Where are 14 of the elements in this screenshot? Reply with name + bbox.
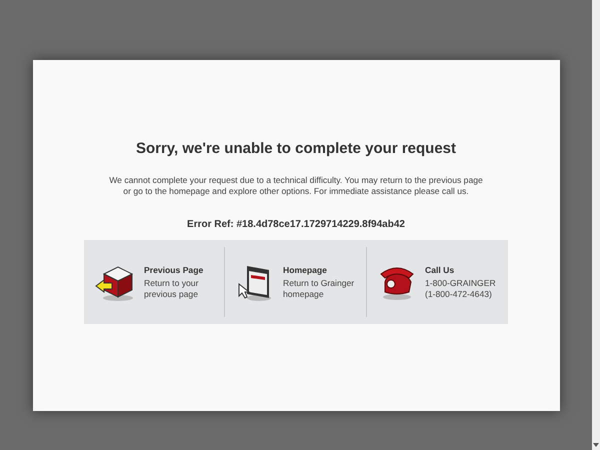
option-heading[interactable]: Call Us bbox=[425, 264, 496, 274]
scroll-down-icon[interactable] bbox=[593, 443, 599, 447]
option-text: (1-800-472-4643) bbox=[425, 288, 493, 300]
option-text: Return to your bbox=[144, 278, 200, 288]
scrollbar[interactable] bbox=[592, 0, 600, 450]
option-text: previous page bbox=[144, 288, 199, 300]
option-text: Return to Grainger bbox=[283, 278, 354, 288]
option-text: 1-800-GRAINGER bbox=[425, 278, 496, 288]
error-title: Sorry, we're unable to complete your request bbox=[136, 140, 456, 157]
option-heading[interactable]: Homepage bbox=[283, 264, 354, 274]
error-message: We cannot complete your request due to a technical difficulty. You may return to the previous page or go to the homepage and explore other options. For immediate assistance please call us. bbox=[108, 175, 484, 197]
option-text: homepage bbox=[283, 288, 325, 300]
option-heading[interactable]: Previous Page bbox=[144, 264, 204, 274]
error-reference: Error Ref: #18.4d78ce17.1729714229.8f94ab42 bbox=[187, 219, 405, 230]
